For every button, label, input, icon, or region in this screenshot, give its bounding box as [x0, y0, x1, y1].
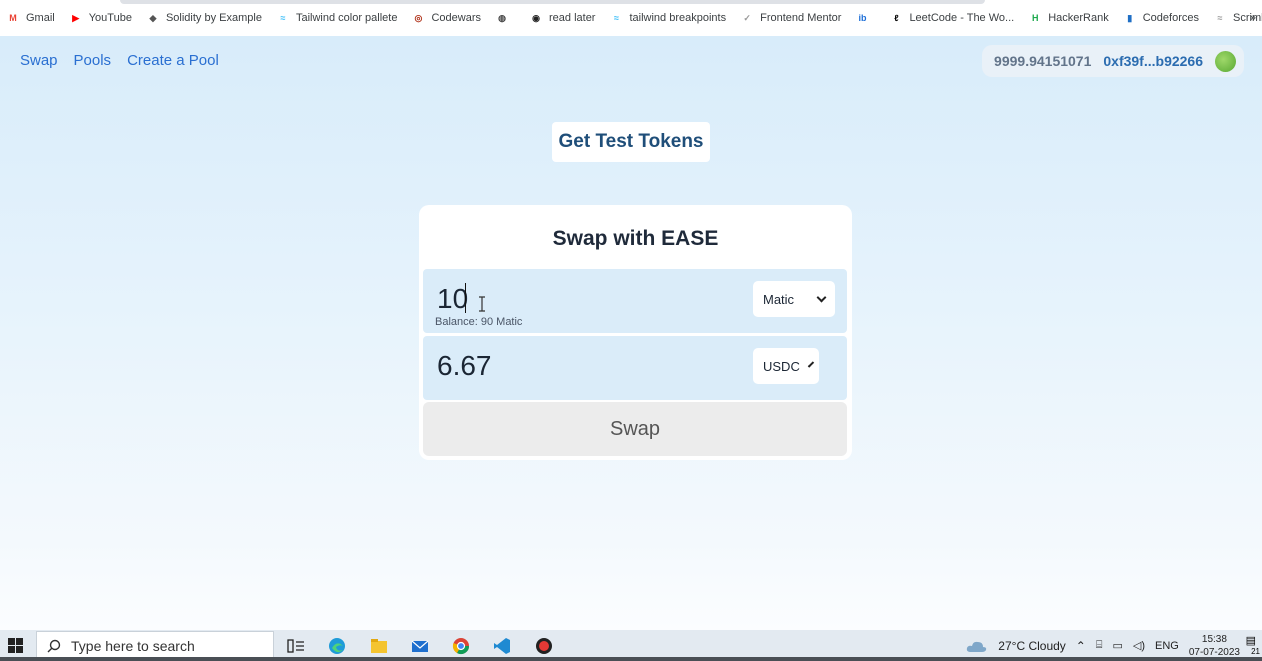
bookmark-item[interactable]: ≈ Tailwind color pallete — [276, 0, 398, 36]
bookmark-label: Codeforces — [1142, 12, 1199, 24]
text-cursor-icon — [479, 296, 485, 312]
bookmark-label: read later — [549, 12, 596, 24]
windows-taskbar: Type here to search 27°C Cloudy ⌃ ⌸ ▭ ◁)… — [0, 630, 1262, 661]
clock-time: 15:38 — [1201, 633, 1227, 645]
swap-card-title: Swap with EASE — [552, 227, 719, 250]
to-field[interactable]: 6.67 USDC — [423, 336, 847, 400]
top-nav: Swap Pools Create a Pool — [20, 52, 219, 69]
bookmark-item[interactable]: ◆ Solidity by Example — [146, 0, 262, 36]
chevron-down-icon — [807, 360, 815, 368]
wallet-avatar — [1215, 50, 1236, 72]
swap-card: Swap with EASE 10 Balance: 90 Matic Mati… — [419, 205, 852, 460]
taskbar-search[interactable]: Type here to search — [36, 631, 274, 660]
bookmark-item[interactable]: ▮ Codeforces — [1123, 0, 1199, 36]
search-icon — [47, 639, 61, 652]
search-placeholder: Type here to search — [71, 637, 195, 654]
bookmark-item[interactable]: ◉ read later — [529, 0, 595, 36]
hackerrank-icon: H — [1031, 13, 1039, 23]
from-balance: Balance: 90 Matic — [435, 316, 523, 328]
windows-start-icon[interactable] — [8, 638, 23, 653]
wallet-address[interactable]: 0xf39f...b92266 — [1103, 53, 1203, 69]
bookmark-label: Frontend Mentor — [760, 12, 842, 24]
ibb-icon: ib — [858, 13, 867, 23]
youtube-icon: ▶ — [72, 12, 80, 23]
tailwind-icon: ≈ — [614, 13, 619, 23]
chevron-up-icon[interactable]: ⌃ — [1076, 639, 1086, 653]
clock[interactable]: 15:38 07-07-2023 — [1189, 633, 1240, 659]
bookmark-item[interactable]: ▶ YouTube — [69, 0, 132, 36]
bookmark-label: LeetCode - The Wo... — [909, 12, 1015, 24]
edge-icon[interactable] — [328, 637, 346, 655]
notification-count: 21 — [1251, 647, 1260, 656]
bookmark-item[interactable]: ◍ — [495, 0, 515, 36]
readlater-icon: ◉ — [532, 12, 540, 23]
text-caret — [465, 283, 466, 313]
network-icon[interactable]: ⌸ — [1096, 639, 1103, 652]
task-view-icon[interactable] — [287, 637, 305, 655]
bookmark-label: Scrimba — [1233, 12, 1262, 24]
leetcode-icon: ℓ — [894, 13, 899, 23]
wallet-badge[interactable]: 9999.94151071 0xf39f...b92266 — [982, 45, 1244, 77]
bookmark-label: tailwind breakpoints — [629, 12, 727, 24]
bookmark-label: Tailwind color pallete — [295, 12, 398, 24]
bookmark-label: YouTube — [88, 12, 132, 24]
chrome-icon[interactable] — [452, 637, 470, 655]
weather-text[interactable]: 27°C Cloudy — [998, 639, 1066, 653]
bookmarks-bar: M Gmail ▶ YouTube ◆ Solidity by Example ≈ Tailw… — [0, 0, 1262, 36]
mail-icon[interactable] — [411, 637, 429, 655]
bookmark-item[interactable]: ✓ Frontend Mentor — [740, 0, 841, 36]
vscode-icon[interactable] — [493, 637, 511, 655]
record-icon[interactable] — [535, 637, 553, 655]
bookmark-label: Codewars — [431, 12, 481, 24]
bookmark-item[interactable]: ≈ tailwind breakpoints — [609, 0, 726, 36]
bookmark-list: M Gmail ▶ YouTube ◆ Solidity by Example ≈ Tailw… — [6, 0, 1262, 36]
battery-icon[interactable]: ▭ — [1112, 639, 1122, 652]
frontendmentor-icon: ✓ — [743, 12, 751, 23]
tailwind-icon: ≈ — [280, 13, 286, 23]
nav-create-pool[interactable]: Create a Pool — [127, 52, 219, 69]
bookmark-label: Gmail — [26, 12, 55, 24]
from-token-label: Matic — [763, 291, 795, 307]
bookmark-label: Solidity by Example — [165, 12, 262, 24]
language-indicator[interactable]: ENG — [1155, 640, 1179, 652]
bookmark-item[interactable]: H HackerRank — [1028, 0, 1109, 36]
bookmark-item[interactable]: ◎ Codewars — [411, 0, 481, 36]
notification-icon[interactable]: ▤ — [1246, 634, 1256, 647]
from-field[interactable]: 10 Balance: 90 Matic Matic — [423, 269, 847, 333]
scrimba-icon: ≈ — [1217, 13, 1223, 23]
globe-icon: ◍ — [498, 12, 506, 23]
to-token-select[interactable]: USDC — [753, 348, 819, 384]
get-test-tokens-button[interactable]: Get Test Tokens — [552, 122, 710, 162]
to-amount-input[interactable]: 6.67 — [437, 350, 492, 382]
codeforces-icon: ▮ — [1127, 12, 1133, 23]
to-token-label: USDC — [763, 358, 800, 374]
bookmark-item[interactable]: ℓ LeetCode - The Wo... — [889, 0, 1014, 36]
swap-button[interactable]: Swap — [423, 402, 847, 456]
wallet-balance: 9999.94151071 — [994, 53, 1092, 69]
cloud-icon — [967, 641, 987, 652]
nav-swap[interactable]: Swap — [20, 52, 58, 69]
volume-icon[interactable]: ◁) — [1133, 639, 1145, 652]
chevron-down-icon — [816, 292, 827, 302]
bookmark-item[interactable]: ib — [855, 0, 875, 36]
from-amount-input[interactable]: 10 — [437, 283, 468, 315]
gmail-icon: M — [9, 13, 17, 23]
from-token-select[interactable]: Matic — [753, 281, 835, 317]
bookmark-item[interactable]: M Gmail — [6, 0, 55, 36]
solidity-icon: ◆ — [149, 12, 157, 23]
dapp-page: Swap Pools Create a Pool 9999.94151071 0… — [0, 36, 1262, 630]
tab-strip-edge — [120, 0, 985, 4]
file-explorer-icon[interactable] — [370, 637, 388, 655]
codewars-icon: ◎ — [414, 12, 423, 23]
more-bookmarks-button[interactable]: » — [1250, 12, 1256, 24]
bookmark-label: HackerRank — [1048, 12, 1109, 24]
nav-pools[interactable]: Pools — [74, 52, 112, 69]
taskbar-edge — [0, 657, 1262, 661]
